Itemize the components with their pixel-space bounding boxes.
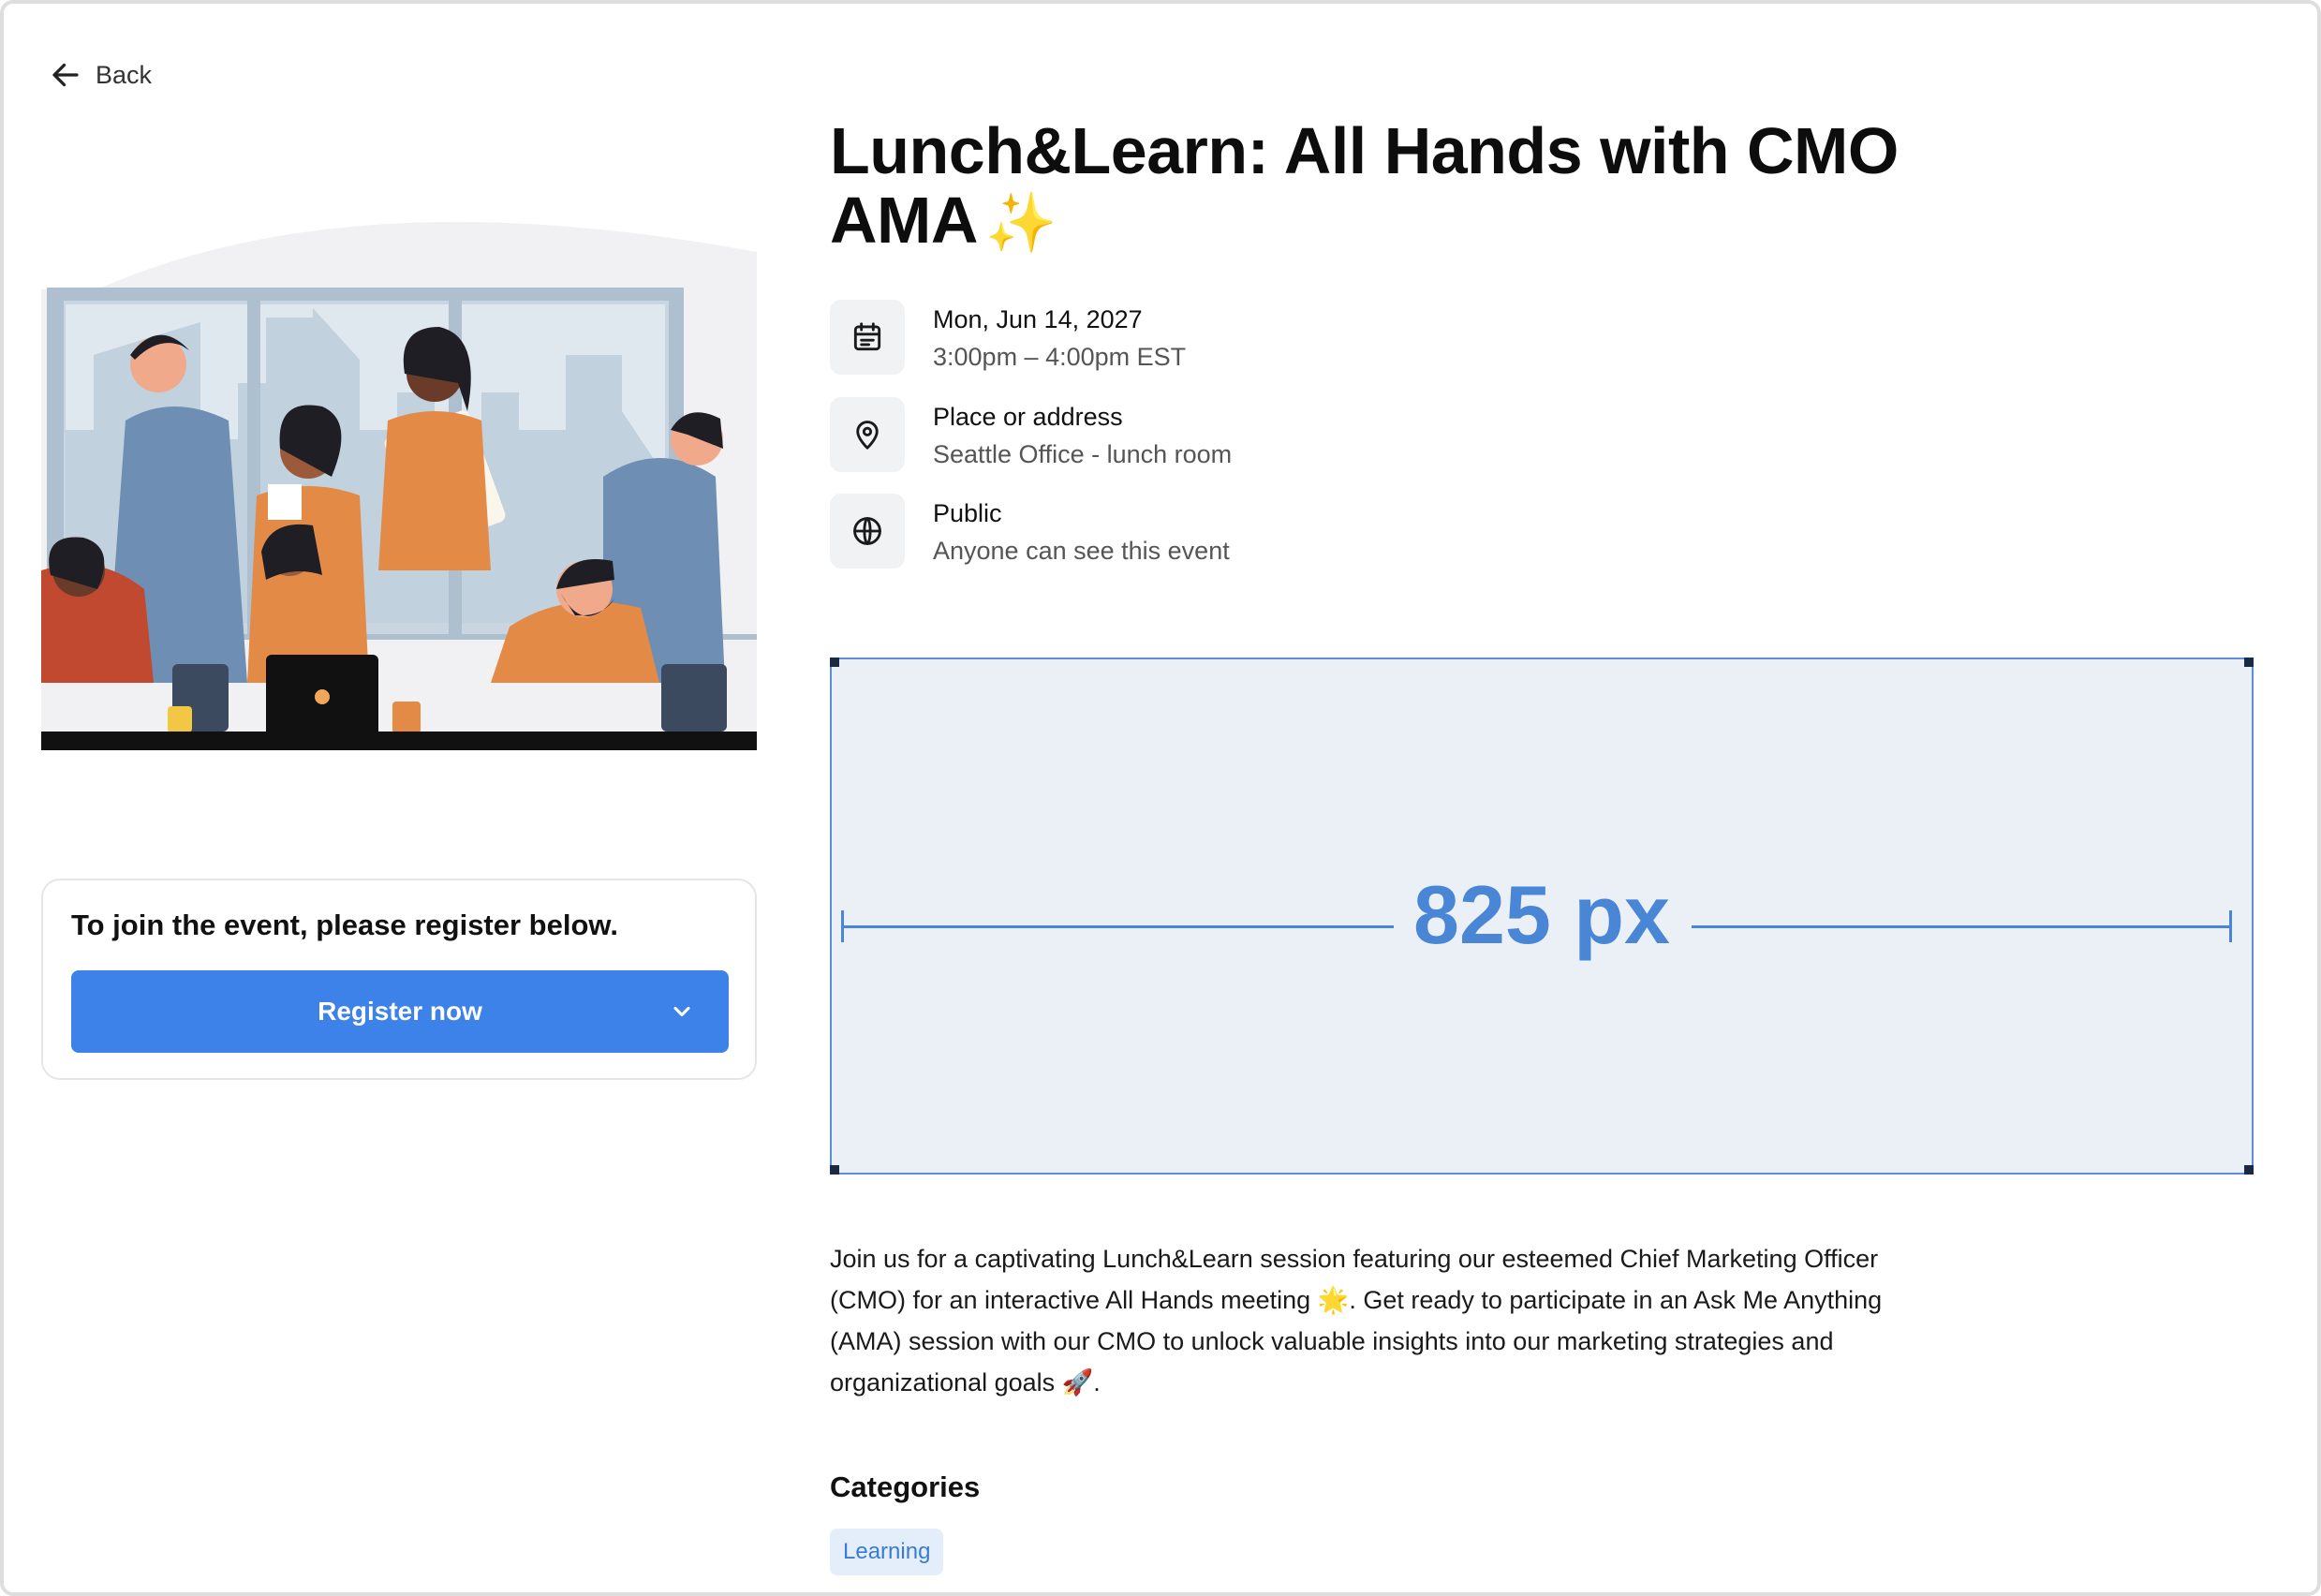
placeholder-corner: [830, 658, 839, 667]
register-button-label: Register now: [318, 997, 482, 1026]
map-pin-icon: [856, 421, 879, 450]
visibility-label: Public: [933, 499, 1002, 527]
dimension-label: 825 px: [1413, 868, 1670, 961]
category-chip-learning[interactable]: Learning: [830, 1529, 944, 1575]
page-frame: Back To join the event, please register …: [0, 0, 2321, 1596]
calendar-icon-box: [830, 300, 905, 375]
event-hero-illustration: [41, 196, 757, 750]
location-label: Place or address: [933, 403, 1123, 431]
location-value: Seattle Office - lunch room: [933, 440, 1233, 468]
globe-icon: [853, 517, 881, 545]
visibility-value: Anyone can see this event: [933, 537, 1230, 565]
calendar-icon: [853, 322, 881, 351]
event-date: Mon, Jun 14, 2027: [933, 305, 1143, 333]
back-link[interactable]: Back: [49, 58, 152, 92]
placeholder-corner: [2244, 1165, 2254, 1175]
categories-heading: Categories: [830, 1470, 981, 1503]
globe-icon-box: [830, 494, 905, 569]
event-time: 3:00pm – 4:00pm EST: [933, 343, 1187, 371]
image-placeholder: 825 px: [830, 658, 2254, 1175]
dimension-tick-right: [2229, 910, 2232, 942]
sparkles-emoji: ✨: [984, 191, 1057, 256]
registration-card: To join the event, please register below…: [41, 879, 757, 1080]
arrow-left-icon: [52, 63, 79, 87]
placeholder-corner: [2244, 658, 2254, 667]
dimension-line-right: [1692, 925, 2231, 928]
registration-note: To join the event, please register below…: [71, 909, 618, 941]
event-visibility-row: Public Anyone can see this event: [830, 494, 1230, 569]
placeholder-corner: [830, 1165, 839, 1175]
map-pin-icon-box: [830, 397, 905, 472]
event-description: Join us for a captivating Lunch&Learn se…: [830, 1245, 1883, 1396]
event-title: Lunch&Learn: All Hands with CMO AMA ✨: [830, 116, 1991, 259]
register-now-button[interactable]: Register now: [71, 970, 729, 1053]
event-date-row: Mon, Jun 14, 2027 3:00pm – 4:00pm EST: [830, 300, 1186, 375]
event-location-row: Place or address Seattle Office - lunch …: [830, 397, 1232, 472]
back-label: Back: [96, 60, 153, 89]
chevron-down-icon[interactable]: [669, 998, 695, 1025]
